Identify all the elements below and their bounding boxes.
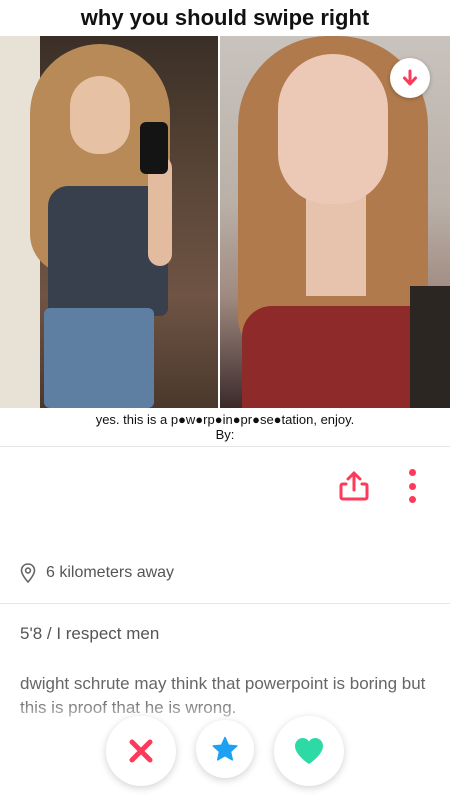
heart-icon	[295, 738, 323, 764]
more-vertical-icon	[408, 469, 416, 476]
profile-photo-left[interactable]	[0, 36, 218, 408]
photo-background	[410, 286, 450, 408]
photo-face	[278, 54, 388, 204]
divider	[0, 603, 450, 604]
divider	[0, 446, 450, 447]
arrow-down-icon	[403, 69, 417, 86]
x-icon	[129, 739, 153, 763]
distance-row: 6 kilometers away	[20, 562, 174, 584]
photo-jeans	[44, 308, 154, 408]
share-button[interactable]	[336, 468, 372, 504]
more-options-button[interactable]	[400, 466, 424, 506]
caption-text: yes. this is a p●w●rp●in●pr●se●tation, e…	[95, 412, 355, 427]
like-button[interactable]	[274, 716, 344, 786]
slide-title: why you should swipe right	[0, 0, 450, 36]
height-line: 5'8 / I respect men	[20, 624, 160, 643]
distance-label: 6 kilometers away	[46, 564, 175, 581]
photo-face	[70, 76, 130, 154]
nope-button[interactable]	[106, 716, 176, 786]
star-icon	[212, 736, 238, 761]
caption-byline: By:	[215, 427, 235, 442]
photo-phone	[140, 122, 168, 174]
more-vertical-icon	[408, 496, 416, 503]
profile-photos[interactable]	[0, 36, 450, 408]
share-icon	[339, 471, 369, 501]
collapse-profile-button[interactable]	[390, 58, 430, 98]
location-pin-icon	[20, 563, 36, 583]
super-like-button[interactable]	[196, 720, 254, 778]
more-vertical-icon	[408, 482, 416, 490]
